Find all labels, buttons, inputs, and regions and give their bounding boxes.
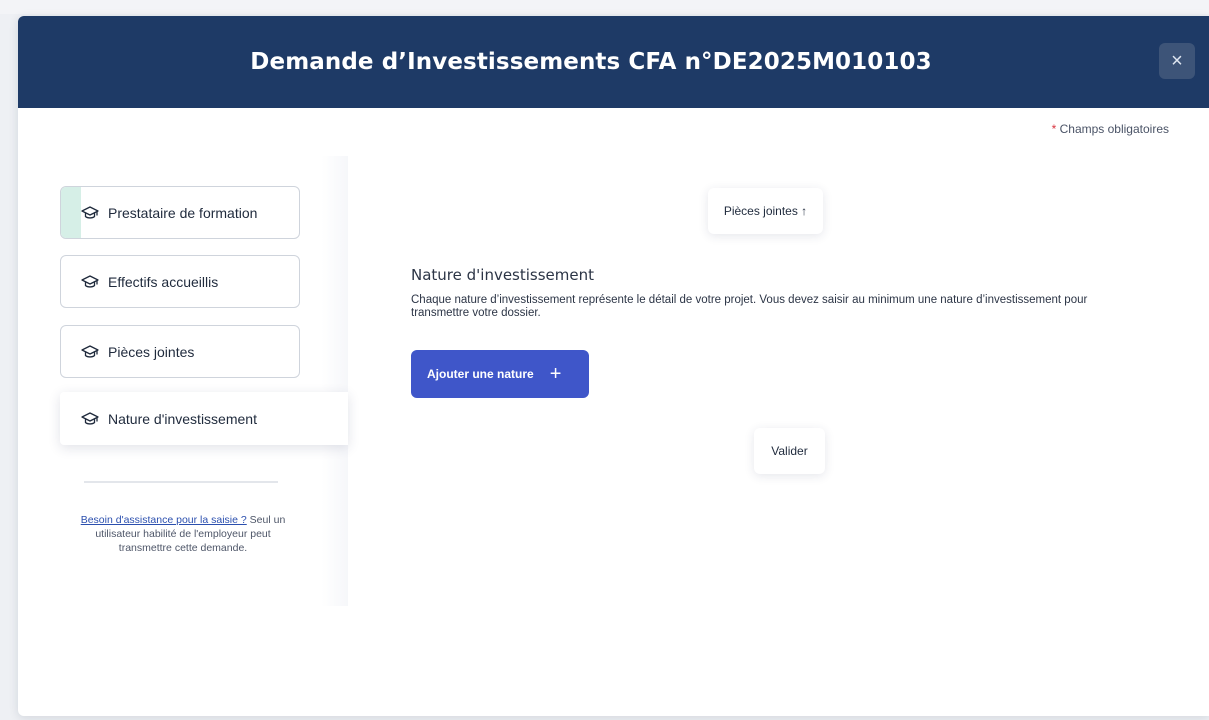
add-nature-button[interactable]: Ajouter une nature + [411, 350, 589, 398]
plus-icon: + [549, 363, 562, 385]
step-label: Effectifs accueillis [108, 273, 219, 290]
modal-header: Demande d’Investissements CFA n°DE2025M0… [18, 16, 1209, 108]
section-description: Chaque nature d’investissement représent… [411, 294, 1088, 319]
required-text: Champs obligatoires [1059, 122, 1169, 136]
validate-button[interactable]: Valider [754, 428, 825, 474]
close-button[interactable]: × [1159, 43, 1195, 79]
assistance-link[interactable]: Besoin d'assistance pour la saisie ? [81, 514, 247, 526]
graduation-cap-icon [81, 344, 99, 358]
previous-step-button[interactable]: Pièces jointes ↑ [708, 188, 823, 234]
add-nature-label: Ajouter une nature [427, 367, 534, 381]
step-label: Prestataire de formation [108, 204, 258, 221]
step-label: Pièces jointes [108, 343, 195, 360]
close-icon: × [1171, 50, 1183, 72]
graduation-cap-icon [81, 205, 99, 219]
section-title: Nature d'investissement [411, 266, 595, 284]
assistance-help: Besoin d'assistance pour la saisie ? Seu… [80, 513, 286, 555]
required-star: * [1051, 122, 1057, 136]
step-pieces-jointes[interactable]: Pièces jointes [60, 325, 300, 378]
modal-title: Demande d’Investissements CFA n°DE2025M0… [250, 49, 932, 75]
graduation-cap-icon [81, 411, 99, 425]
investment-request-modal: Demande d’Investissements CFA n°DE2025M0… [18, 16, 1209, 716]
sidebar-divider [84, 481, 278, 483]
graduation-cap-icon [81, 274, 99, 288]
page-backdrop [0, 0, 1209, 14]
steps-sidebar: Prestataire de formation Effectifs accue… [18, 156, 348, 606]
step-effectifs[interactable]: Effectifs accueillis [60, 255, 300, 308]
step-prestataire[interactable]: Prestataire de formation [60, 186, 300, 239]
step-label: Nature d'investissement [108, 410, 257, 427]
step-nature-investissement[interactable]: Nature d'investissement [60, 392, 348, 445]
step-progress-indicator [61, 187, 81, 238]
required-fields-note: * Champs obligatoires [1052, 122, 1169, 136]
